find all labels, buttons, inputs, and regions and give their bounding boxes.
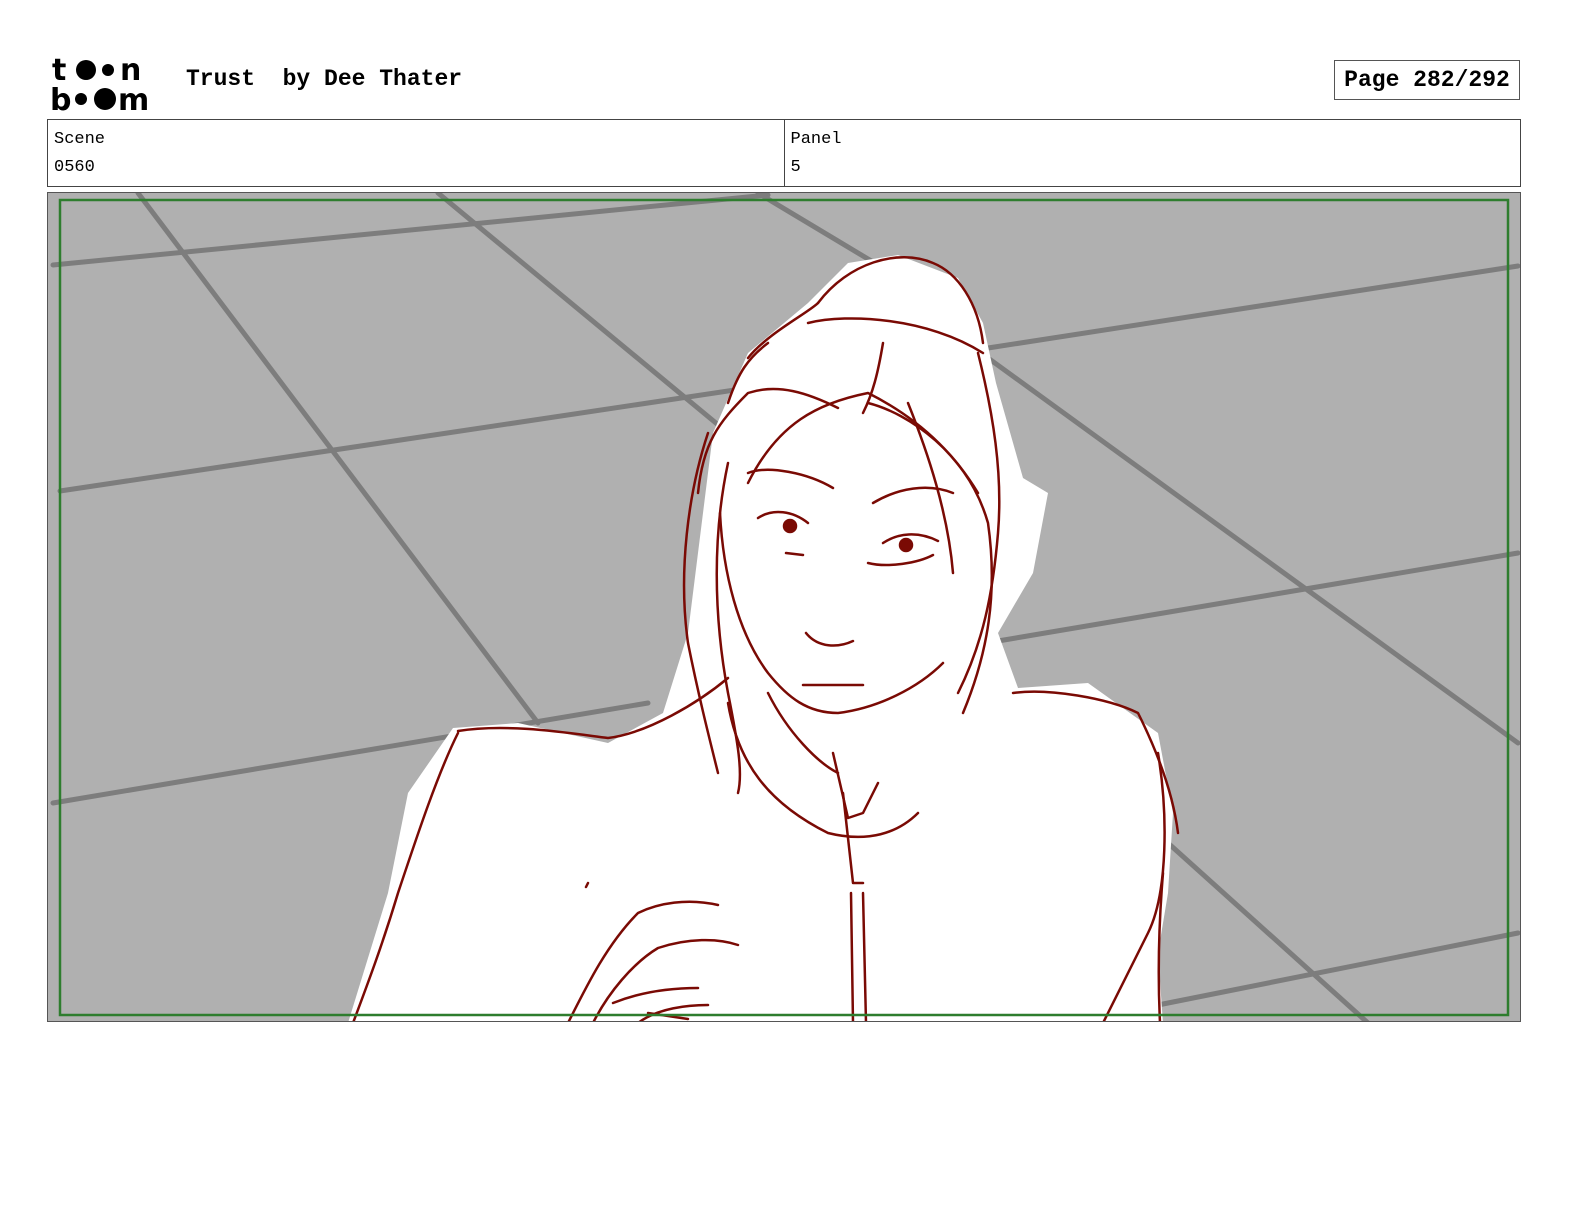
panel-label: Panel — [790, 130, 842, 149]
page-number: Page 282/292 — [1334, 60, 1520, 100]
svg-text:m: m — [118, 83, 149, 112]
scene-value: 0560 — [54, 158, 95, 177]
scene-cell: Scene 0560 — [48, 120, 784, 186]
svg-text:b: b — [50, 83, 71, 112]
scene-panel-info: Scene 0560 Panel 5 — [47, 119, 1521, 187]
document-title: Trust by Dee Thater — [186, 66, 463, 92]
toonboom-logo: t n b m — [50, 53, 149, 112]
panel-value: 5 — [790, 158, 801, 177]
storyboard-panel — [47, 192, 1521, 1022]
panel-cell: Panel 5 — [783, 120, 1521, 186]
scene-label: Scene — [54, 130, 106, 149]
panel-drawing — [48, 193, 1520, 1021]
